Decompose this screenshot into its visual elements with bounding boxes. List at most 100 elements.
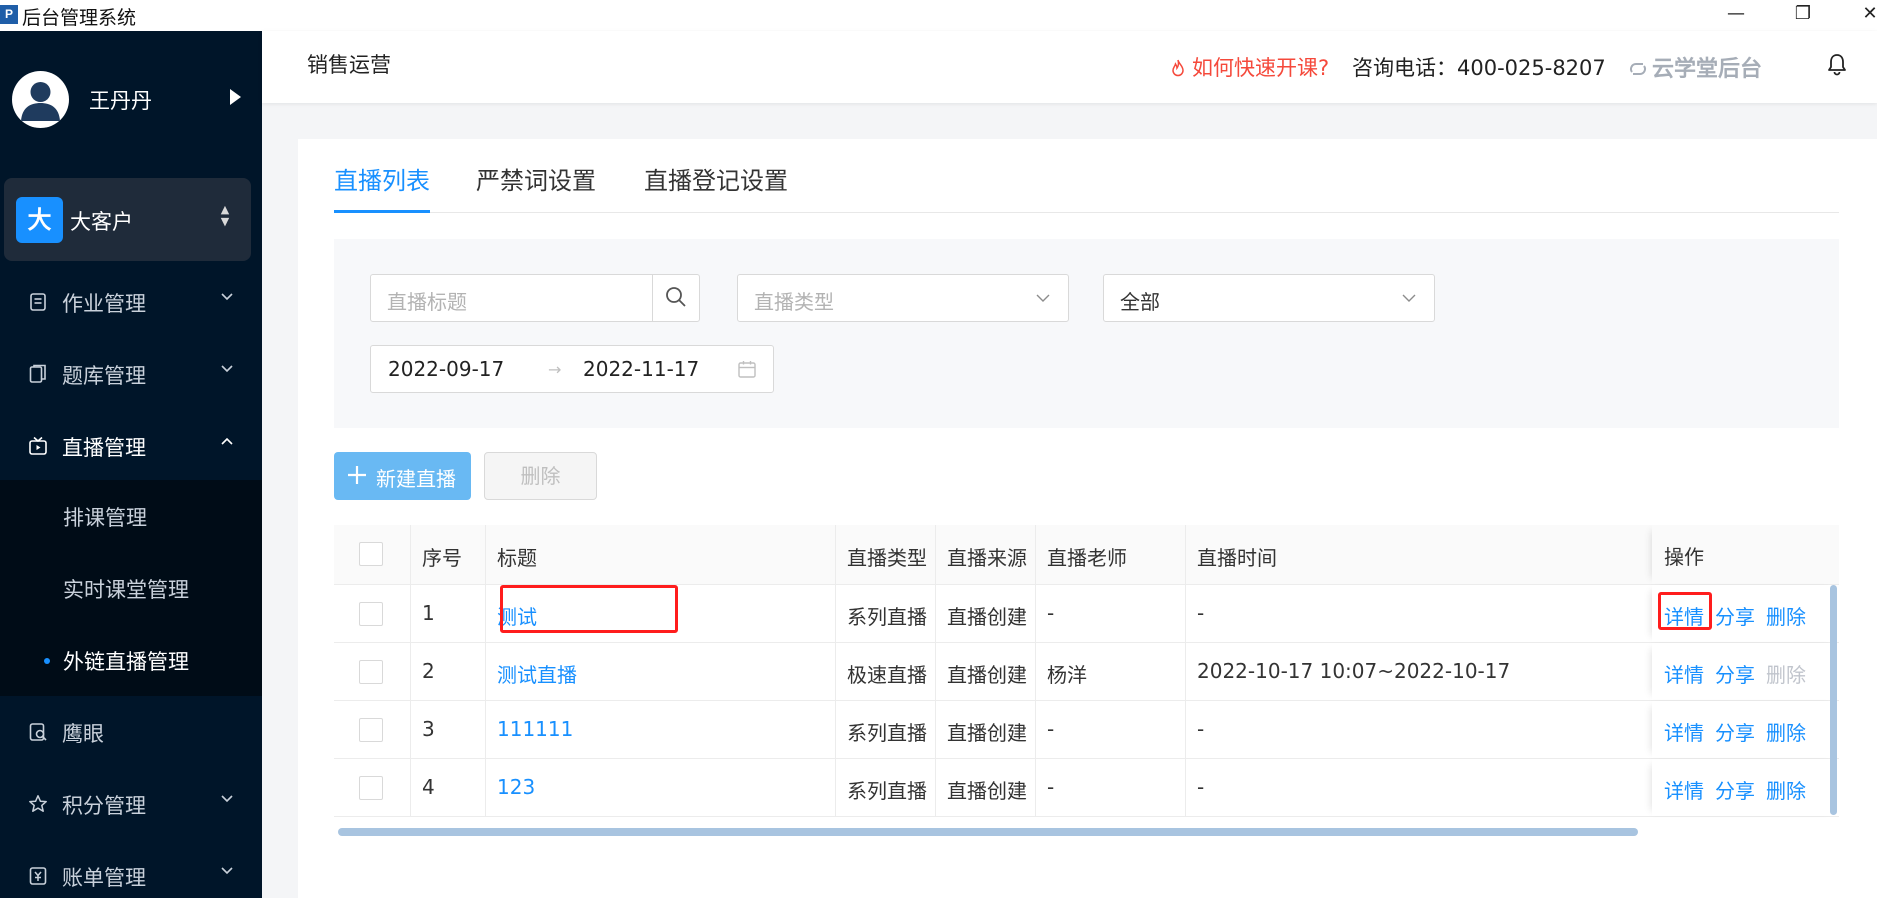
submenu-item-schedule[interactable]: 排课管理 <box>0 480 262 552</box>
menu-label: 题库管理 <box>62 364 146 388</box>
top-header: 销售运营 如何快速开课? 咨询电话：400-025-8207 云学堂后台 <box>262 31 1877 103</box>
tab-bar: 直播列表 严禁词设置 直播登记设置 <box>334 139 1839 213</box>
status-select[interactable]: 全部 <box>1103 274 1435 322</box>
live-type-select[interactable]: 直播类型 <box>737 274 1069 322</box>
minimize-button[interactable]: — <box>1709 0 1763 31</box>
status-value: 全部 <box>1120 290 1160 314</box>
row-title-link[interactable]: 123 <box>485 759 835 816</box>
row-checkbox[interactable] <box>359 660 383 684</box>
row-title-link[interactable]: 测试直播 <box>485 643 835 700</box>
tab-live-list[interactable]: 直播列表 <box>334 161 430 213</box>
row-checkbox[interactable] <box>359 602 383 626</box>
flame-icon <box>1172 59 1184 77</box>
chevron-down-icon <box>221 795 233 803</box>
submenu-item-realtime-classroom[interactable]: 实时课堂管理 <box>0 552 262 624</box>
vertical-scrollbar[interactable] <box>1830 585 1837 815</box>
eagle-eye-icon <box>29 723 47 741</box>
user-profile[interactable]: 王丹丹 <box>0 31 262 164</box>
menu-label: 作业管理 <box>62 292 146 316</box>
chevron-down-icon <box>221 365 233 373</box>
table-row: 4 123 系列直播 直播创建 - - 详情 分享 删除 <box>334 759 1839 817</box>
menu-item-question-bank[interactable]: 题库管理 <box>0 338 262 410</box>
close-button[interactable]: ✕ <box>1843 0 1877 31</box>
delete-link[interactable]: 删除 <box>1766 717 1806 746</box>
delete-link[interactable]: 删除 <box>1766 775 1806 804</box>
row-title-link[interactable]: 111111 <box>485 701 835 758</box>
consult-phone: 咨询电话：400-025-8207 <box>1352 56 1606 80</box>
menu-item-points[interactable]: 积分管理 <box>0 768 262 840</box>
select-all-checkbox[interactable] <box>359 542 383 566</box>
menu-item-bills[interactable]: 账单管理 <box>0 840 262 898</box>
caret-right-icon[interactable] <box>230 89 241 105</box>
brand-logo: 云学堂后台 <box>1628 51 1762 83</box>
detail-link[interactable]: 详情 <box>1664 717 1704 746</box>
submenu-item-external-live[interactable]: 外链直播管理 <box>0 624 262 696</box>
help-link-text: 如何快速开课? <box>1192 56 1330 80</box>
col-source: 直播来源 <box>947 546 1027 570</box>
brand-loop-icon <box>1630 63 1646 75</box>
main-card: 直播列表 严禁词设置 直播登记设置 直播标题 直播类型 全部 2022-09-1… <box>298 139 1877 898</box>
menu-item-homework[interactable]: 作业管理 <box>0 266 262 338</box>
live-title-search[interactable]: 直播标题 <box>370 274 700 322</box>
highlight-box-detail <box>1658 592 1712 630</box>
menu-label: 积分管理 <box>62 794 146 818</box>
maximize-button[interactable]: ❐ <box>1776 0 1830 31</box>
share-link[interactable]: 分享 <box>1715 775 1755 804</box>
new-live-button[interactable]: 新建直播 <box>334 452 471 500</box>
user-avatar-icon <box>12 71 69 128</box>
calendar-icon <box>738 361 756 378</box>
search-icon <box>666 287 686 307</box>
breadcrumb: 销售运营 <box>307 53 391 77</box>
col-teacher: 直播老师 <box>1047 546 1127 570</box>
date-end[interactable]: 2022-11-17 <box>583 357 699 381</box>
chevron-down-icon <box>221 293 233 301</box>
menu-item-live[interactable]: 直播管理 <box>0 410 262 482</box>
row-actions: 详情 分享 删除 <box>1652 759 1839 816</box>
arrow-right-icon: → <box>548 360 562 379</box>
share-link[interactable]: 分享 <box>1715 717 1755 746</box>
app-logo-icon: P <box>0 5 18 24</box>
window-titlebar: P 后台管理系统 — ❐ ✕ <box>0 0 1877 31</box>
live-type-placeholder: 直播类型 <box>754 290 834 314</box>
bell-icon[interactable] <box>1826 52 1848 76</box>
sidebar: 王丹丹 大 大客户 ▲ ▼ 作业管理 题库管理 直播管理 排课管理 实时课堂管理 … <box>0 31 262 898</box>
new-live-label: 新建直播 <box>376 467 456 491</box>
delete-link[interactable]: 删除 <box>1766 601 1806 630</box>
table-row: 2 测试直播 极速直播 直播创建 杨洋 2022-10-17 10:07~202… <box>334 643 1839 701</box>
question-bank-icon <box>29 364 46 383</box>
share-link[interactable]: 分享 <box>1715 601 1755 630</box>
plus-icon <box>348 466 366 484</box>
menu-label: 鹰眼 <box>62 722 104 746</box>
detail-link[interactable]: 详情 <box>1664 775 1704 804</box>
batch-delete-button[interactable]: 删除 <box>484 452 597 500</box>
menu-label: 直播管理 <box>62 436 146 460</box>
search-button[interactable] <box>652 275 699 321</box>
chevron-up-icon <box>221 437 233 445</box>
tab-live-registration[interactable]: 直播登记设置 <box>644 161 788 213</box>
brand-name: 云学堂后台 <box>1652 57 1763 82</box>
share-link[interactable]: 分享 <box>1715 659 1755 688</box>
highlight-box-title <box>500 585 678 633</box>
chevron-down-icon <box>221 867 233 875</box>
help-link[interactable]: 如何快速开课? <box>1170 52 1329 82</box>
menu-item-eagle-eye[interactable]: 鹰眼 <box>0 696 262 768</box>
chevron-down-icon <box>1036 294 1050 302</box>
date-start[interactable]: 2022-09-17 <box>388 357 504 381</box>
date-range-picker[interactable]: 2022-09-17 → 2022-11-17 <box>370 345 774 393</box>
homework-icon <box>30 293 46 311</box>
org-name: 大客户 <box>70 210 133 234</box>
selected-dot-icon <box>44 658 50 664</box>
row-checkbox[interactable] <box>359 718 383 742</box>
org-switcher[interactable]: 大 大客户 ▲ ▼ <box>4 178 251 261</box>
menu-label: 账单管理 <box>62 866 146 890</box>
row-checkbox[interactable] <box>359 776 383 800</box>
sort-arrows-icon: ▲ ▼ <box>220 203 230 228</box>
search-input[interactable]: 直播标题 <box>387 286 467 315</box>
horizontal-scrollbar[interactable] <box>338 828 1638 836</box>
window-title: 后台管理系统 <box>22 7 137 29</box>
tab-banned-words[interactable]: 严禁词设置 <box>476 161 596 213</box>
org-badge: 大 <box>16 197 63 243</box>
col-type: 直播类型 <box>847 546 927 570</box>
live-table: 序号 标题 直播类型 直播来源 直播老师 直播时间 操作 1 测试 系列直播 直… <box>334 525 1839 838</box>
detail-link[interactable]: 详情 <box>1664 659 1704 688</box>
